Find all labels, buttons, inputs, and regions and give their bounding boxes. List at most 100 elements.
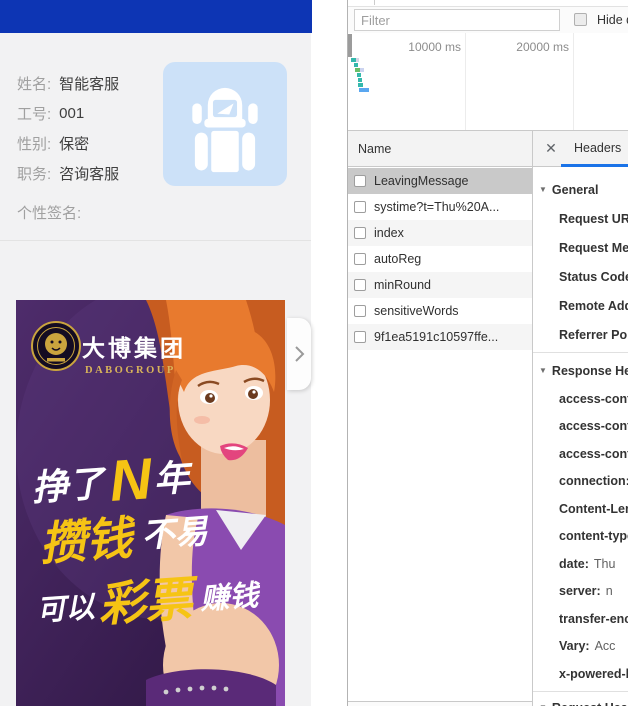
header-item: access-control-allow-headers: bbox=[533, 413, 628, 441]
request-checkbox[interactable] bbox=[354, 305, 366, 317]
header-name: Request Method: bbox=[559, 241, 628, 255]
request-name: index bbox=[374, 226, 404, 240]
request-row[interactable]: LeavingMessage bbox=[348, 168, 532, 194]
hide-data-urls-checkbox[interactable] bbox=[574, 13, 587, 26]
toolbar-bottom-strip bbox=[348, 0, 628, 7]
section-title-label: Response Headers bbox=[552, 364, 628, 378]
signature-label: 个性签名: bbox=[17, 202, 81, 223]
section-response-headers[interactable]: ▼ Response Headers bbox=[533, 356, 628, 385]
profile-field-name: 姓名: 智能客服 bbox=[17, 68, 119, 98]
active-tab-underline bbox=[561, 164, 628, 167]
devtools-panel: Hide data URLs 10000 ms 20000 ms Name Le… bbox=[347, 0, 628, 706]
header-item: date: Thu bbox=[533, 550, 628, 578]
header-name: Status Code: bbox=[559, 270, 628, 284]
request-name: systime?t=Thu%20A... bbox=[374, 200, 499, 214]
header-name: Request URL: bbox=[559, 212, 628, 226]
request-row[interactable]: minRound bbox=[348, 272, 532, 298]
tab-headers[interactable]: Headers bbox=[574, 131, 621, 166]
header-item: access-control-allow-credentials: bbox=[533, 385, 628, 413]
overview-grip-handle[interactable] bbox=[348, 34, 352, 57]
request-checkbox[interactable] bbox=[354, 227, 366, 239]
network-overview-timeline[interactable]: 10000 ms 20000 ms bbox=[348, 33, 628, 131]
header-value: Thu bbox=[594, 557, 616, 571]
detail-tab-bar: ✕ Headers bbox=[533, 131, 628, 167]
ad-line1-b: 年 bbox=[152, 456, 195, 500]
header-item: content-type: bbox=[533, 523, 628, 551]
field-value: 智能客服 bbox=[59, 73, 119, 94]
ad-banner[interactable]: 大博集团 DABOGROUP 挣了 N 年 攒钱 不易 可以 彩票 赚钱 bbox=[16, 300, 285, 706]
request-row[interactable]: sensitiveWords bbox=[348, 298, 532, 324]
request-row[interactable]: 9f1ea5191c10597ffe... bbox=[348, 324, 532, 350]
header-item: Request URL: bbox=[533, 204, 628, 233]
header-item: connection: bbox=[533, 468, 628, 496]
field-label: 姓名: bbox=[17, 73, 51, 94]
header-name: Remote Address: bbox=[559, 299, 628, 313]
header-name: Vary: bbox=[559, 639, 590, 653]
request-checkbox[interactable] bbox=[354, 331, 366, 343]
request-name: sensitiveWords bbox=[374, 304, 459, 318]
timeline-tick: 20000 ms bbox=[496, 40, 569, 54]
waterfall-marker bbox=[358, 83, 363, 87]
header-name: Content-Length: bbox=[559, 502, 628, 516]
field-label: 职务: bbox=[17, 163, 51, 184]
request-name: autoReg bbox=[374, 252, 421, 266]
field-value: 001 bbox=[59, 105, 84, 122]
waterfall-marker bbox=[360, 68, 364, 72]
section-title-label: Request Headers bbox=[552, 701, 628, 706]
waterfall-marker bbox=[356, 58, 359, 62]
disclosure-triangle-icon: ▼ bbox=[539, 366, 547, 375]
waterfall-marker bbox=[357, 73, 361, 77]
ad-line3-c: 赚钱 bbox=[198, 580, 262, 616]
request-checkbox[interactable] bbox=[354, 201, 366, 213]
request-row[interactable]: index bbox=[348, 220, 532, 246]
expand-panel-button[interactable] bbox=[287, 318, 311, 390]
section-divider bbox=[0, 240, 311, 241]
ad-line2-b: 不易 bbox=[140, 512, 210, 554]
waterfall-marker bbox=[354, 63, 358, 67]
header-name: date: bbox=[559, 557, 589, 571]
page-right-gutter bbox=[311, 0, 347, 706]
header-item: x-powered-by: bbox=[533, 660, 628, 688]
header-item: Content-Length: bbox=[533, 495, 628, 523]
ad-brand-en: DABOGROUP bbox=[85, 365, 176, 376]
request-name: LeavingMessage bbox=[374, 174, 469, 188]
field-value: 咨询客服 bbox=[59, 163, 119, 184]
top-bar bbox=[0, 0, 312, 33]
ad-line1-n: N bbox=[108, 446, 155, 514]
hide-data-urls-label: Hide data URLs bbox=[597, 7, 628, 33]
section-separator bbox=[533, 691, 628, 692]
request-detail-pane: ✕ Headers ▼ General Request URL: Request… bbox=[533, 131, 628, 706]
section-request-headers[interactable]: ▼ Request Headers bbox=[533, 693, 628, 706]
chevron-right-icon bbox=[293, 345, 305, 363]
request-checkbox[interactable] bbox=[354, 279, 366, 291]
request-checkbox[interactable] bbox=[354, 253, 366, 265]
header-name: transfer-encoding: bbox=[559, 612, 628, 626]
profile-field-gender: 性别: 保密 bbox=[17, 128, 89, 158]
section-title-label: General bbox=[552, 183, 599, 197]
request-row[interactable]: systime?t=Thu%20A... bbox=[348, 194, 532, 220]
timeline-gridline bbox=[573, 33, 574, 130]
field-value: 保密 bbox=[59, 133, 89, 154]
section-separator bbox=[533, 352, 628, 353]
disclosure-triangle-icon: ▼ bbox=[539, 185, 547, 194]
header-name: server: bbox=[559, 584, 601, 598]
header-item: Status Code: bbox=[533, 262, 628, 291]
close-detail-button[interactable]: ✕ bbox=[541, 131, 561, 166]
request-row[interactable]: autoReg bbox=[348, 246, 532, 272]
section-general[interactable]: ▼ General bbox=[533, 175, 628, 204]
name-column-header[interactable]: Name bbox=[348, 131, 532, 167]
toolbar-divider bbox=[374, 0, 375, 5]
waterfall-marker bbox=[359, 88, 369, 92]
header-item: Remote Address: bbox=[533, 291, 628, 320]
field-label: 性别: bbox=[17, 133, 51, 154]
ad-line1-a: 挣了 bbox=[31, 462, 110, 508]
robot-icon bbox=[182, 75, 268, 173]
request-checkbox[interactable] bbox=[354, 175, 366, 187]
profile-field-id: 工号: 001 bbox=[17, 98, 84, 128]
header-value: Acc bbox=[595, 639, 616, 653]
profile-field-role: 职务: 咨询客服 bbox=[17, 158, 119, 188]
ad-line2-a: 攒钱 bbox=[38, 511, 138, 570]
request-name: minRound bbox=[374, 278, 431, 292]
filter-input[interactable] bbox=[354, 9, 560, 31]
request-name: 9f1ea5191c10597ffe... bbox=[374, 330, 498, 344]
